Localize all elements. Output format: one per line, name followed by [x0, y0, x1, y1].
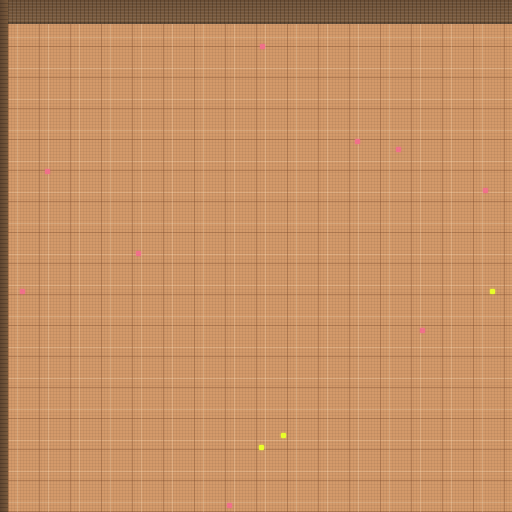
pink-pellet — [260, 44, 265, 49]
yellow-agent — [259, 445, 264, 450]
pink-pellet — [483, 188, 488, 193]
floor-carpet — [8, 24, 512, 512]
left-wall — [0, 0, 8, 512]
yellow-agent — [281, 433, 286, 438]
yellow-agent — [490, 289, 495, 294]
pink-pellet — [45, 169, 50, 174]
pink-pellet — [420, 328, 425, 333]
pink-pellet — [355, 139, 360, 144]
top-wall — [0, 0, 512, 24]
pink-pellet — [20, 289, 25, 294]
pink-pellet — [396, 147, 401, 152]
pink-pellet — [136, 251, 141, 256]
game-viewport[interactable] — [0, 0, 512, 512]
pink-pellet — [227, 503, 232, 508]
